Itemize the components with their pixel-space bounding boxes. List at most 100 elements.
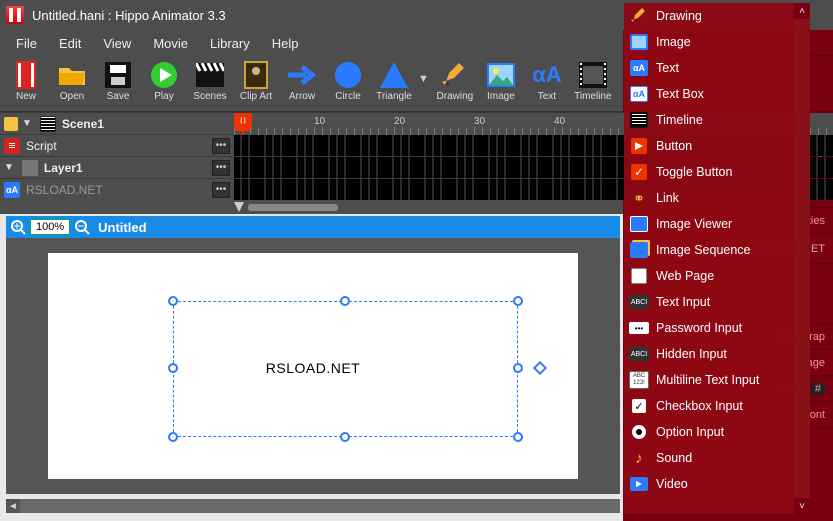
stage-title: Untitled (98, 220, 146, 235)
seq-icon (630, 241, 648, 259)
menu-library[interactable]: Library (200, 33, 260, 54)
text-item-label[interactable]: RSLOAD.NET (26, 183, 212, 197)
handle-e[interactable] (513, 363, 523, 373)
menu-edit[interactable]: Edit (49, 33, 91, 54)
stage-hscrollbar[interactable]: ◄ (6, 499, 620, 513)
image-icon (630, 33, 648, 51)
viewer-icon (630, 215, 648, 233)
playhead[interactable] (242, 113, 244, 135)
zoom-input[interactable]: 100% (30, 219, 70, 235)
floppy-icon (104, 61, 132, 89)
play-button[interactable]: Play (142, 60, 186, 110)
handle-n[interactable] (340, 296, 350, 306)
context-item-checkbox-input[interactable]: ✓Checkbox Input (624, 393, 810, 419)
scene-badge-icon (4, 117, 18, 131)
canvas[interactable]: RSLOAD.NET (48, 253, 578, 479)
context-item-image-sequence[interactable]: Image Sequence (624, 237, 810, 263)
stage-header: 100% Untitled (6, 216, 620, 238)
text-item-icon: αA (4, 182, 20, 198)
script-icon (4, 138, 20, 154)
timeline-pointer-icon (234, 202, 244, 212)
handle-ne[interactable] (513, 296, 523, 306)
aa-icon: αA (630, 59, 648, 77)
scroll-down-icon[interactable]: ˅ (794, 498, 810, 514)
layer-expand-toggle[interactable]: ▼ (4, 162, 14, 173)
scene-label[interactable]: Scene1 (62, 117, 234, 131)
drawing-button[interactable]: Drawing (433, 60, 477, 110)
image-icon (487, 61, 515, 89)
stage-viewport[interactable]: RSLOAD.NET (6, 238, 620, 494)
folder-icon (58, 61, 86, 89)
expand-toggle[interactable]: ▼ (22, 118, 32, 129)
timeline-button[interactable]: Timeline (571, 60, 615, 110)
context-item-option-input[interactable]: Option Input (624, 419, 810, 445)
clipart-button[interactable]: Clip Art (234, 60, 278, 110)
insert-context-menu: DrawingImageαATextαAText BoxTimelineButt… (624, 3, 810, 514)
text-item-options[interactable]: ••• (212, 182, 230, 198)
app-icon (6, 6, 24, 24)
overflow-caret[interactable]: ▼ (418, 73, 429, 85)
scroll-left-icon[interactable]: ◄ (6, 499, 20, 513)
context-item-drawing[interactable]: Drawing (624, 3, 810, 29)
context-item-image-viewer[interactable]: Image Viewer (624, 211, 810, 237)
link-icon: ⚭ (630, 189, 648, 207)
menu-view[interactable]: View (93, 33, 141, 54)
context-item-image[interactable]: Image (624, 29, 810, 55)
menu-file[interactable]: File (6, 33, 47, 54)
handle-nw[interactable] (168, 296, 178, 306)
film-icon (630, 111, 648, 129)
context-item-video[interactable]: Video (624, 471, 810, 497)
context-item-hidden-input[interactable]: ABCIHidden Input (624, 341, 810, 367)
script-label[interactable]: Script (26, 139, 212, 153)
menu-movie[interactable]: Movie (143, 33, 198, 54)
layer-label[interactable]: Layer1 (44, 161, 212, 175)
filmstrip-icon (579, 61, 607, 89)
new-button[interactable]: New (4, 60, 48, 110)
context-item-link[interactable]: ⚭Link (624, 185, 810, 211)
context-item-text-box[interactable]: αAText Box (624, 81, 810, 107)
script-options[interactable]: ••• (212, 138, 230, 154)
abc123-icon: ABC123! (630, 371, 648, 389)
zoom-out-icon[interactable] (74, 219, 90, 235)
scenes-button[interactable]: Scenes (188, 60, 232, 110)
context-item-sound[interactable]: ♪Sound (624, 445, 810, 471)
context-menu-scrollbar[interactable]: ˄ ˅ (794, 3, 810, 514)
zoom-in-icon[interactable] (10, 219, 26, 235)
arrow-button[interactable]: Arrow (280, 60, 324, 110)
layer-options[interactable]: ••• (212, 160, 230, 176)
timeline-scroll-thumb[interactable] (248, 204, 338, 211)
video-icon (630, 475, 648, 493)
context-item-timeline[interactable]: Timeline (624, 107, 810, 133)
triangle-icon (380, 61, 408, 89)
pwd-icon: ••• (630, 319, 648, 337)
context-item-text-input[interactable]: ABCIText Input (624, 289, 810, 315)
context-item-toggle-button[interactable]: ✓Toggle Button (624, 159, 810, 185)
context-item-multiline-text-input[interactable]: ABC123!Multiline Text Input (624, 367, 810, 393)
context-item-password-input[interactable]: •••Password Input (624, 315, 810, 341)
handle-s[interactable] (340, 432, 350, 442)
pencil-icon (441, 61, 469, 89)
play-icon (630, 137, 648, 155)
window-title: Untitled.hani : Hippo Animator 3.3 (32, 8, 226, 23)
abc-icon: ABCI (630, 293, 648, 311)
menu-help[interactable]: Help (262, 33, 309, 54)
painting-icon (242, 61, 270, 89)
handle-w[interactable] (168, 363, 178, 373)
triangle-button[interactable]: Triangle (372, 60, 416, 110)
context-item-button[interactable]: Button (624, 133, 810, 159)
text-button[interactable]: αAText (525, 60, 569, 110)
handle-se[interactable] (513, 432, 523, 442)
context-item-text[interactable]: αAText (624, 55, 810, 81)
scroll-up-icon[interactable]: ˄ (794, 3, 810, 19)
image-button[interactable]: Image (479, 60, 523, 110)
aa-box-icon: αA (630, 85, 648, 103)
open-button[interactable]: Open (50, 60, 94, 110)
stage-panel: 100% Untitled RSLOAD.NET (6, 216, 620, 494)
file-icon (12, 61, 40, 89)
opt-icon (630, 423, 648, 441)
save-button[interactable]: Save (96, 60, 140, 110)
selection-box[interactable] (173, 301, 518, 437)
circle-button[interactable]: Circle (326, 60, 370, 110)
context-item-web-page[interactable]: Web Page (624, 263, 810, 289)
handle-sw[interactable] (168, 432, 178, 442)
